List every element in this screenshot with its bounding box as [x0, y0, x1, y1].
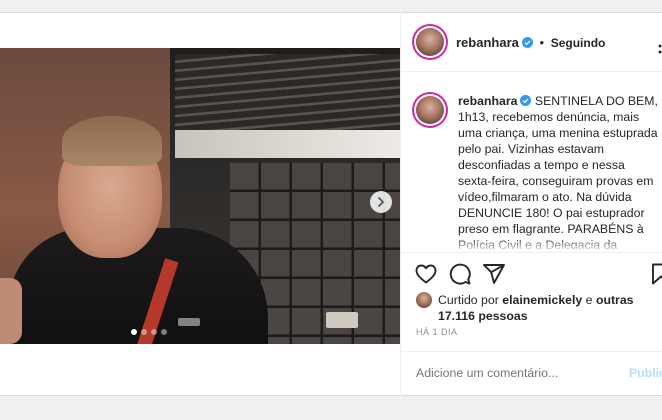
carousel-next-button[interactable]	[370, 191, 392, 213]
liker-avatar[interactable]	[416, 292, 432, 308]
post-side-panel: rebanhara • Seguindo rebanhara SENTINELA…	[400, 12, 662, 396]
comment-input[interactable]	[416, 366, 616, 380]
media-jacket-logo	[178, 318, 200, 326]
likes-connector: e	[585, 293, 593, 307]
header-separator: •	[539, 35, 545, 50]
heart-icon[interactable]	[414, 262, 438, 286]
author-avatar[interactable]	[416, 28, 444, 56]
bookmark-icon[interactable]	[649, 262, 662, 286]
follow-status-button[interactable]: Seguindo	[551, 36, 606, 50]
liker-username[interactable]: elainemickely	[502, 293, 582, 307]
comment-bar: Publicar	[401, 351, 662, 396]
author-line: rebanhara • Seguindo	[456, 35, 605, 50]
verified-badge-icon	[521, 37, 533, 48]
more-options-icon[interactable]	[657, 42, 662, 56]
post-timestamp[interactable]: HÁ 1 DIA	[416, 327, 458, 337]
carousel-dot-active	[131, 329, 137, 335]
author-username[interactable]: rebanhara	[456, 35, 519, 50]
carousel-indicator	[131, 329, 167, 335]
chevron-right-icon	[378, 197, 384, 207]
verified-badge-icon	[520, 95, 532, 106]
post-media[interactable]	[0, 48, 400, 344]
media-exit-sign	[326, 312, 358, 328]
media-slats	[175, 54, 400, 134]
share-icon[interactable]	[482, 262, 506, 286]
post-header: rebanhara • Seguindo	[401, 12, 662, 72]
carousel-dot	[151, 329, 157, 335]
carousel-dot	[161, 329, 167, 335]
caption-author-avatar[interactable]	[416, 96, 444, 124]
media-person-hand	[0, 278, 22, 344]
caption-text: SENTINELA DO BEM, 1h13, recebemos denúnc…	[458, 94, 658, 252]
likes-text: Curtido por elainemickely e outras 17.11…	[438, 292, 658, 324]
caption-username[interactable]: rebanhara	[458, 94, 517, 108]
caption-fade	[401, 238, 662, 252]
carousel-dot	[141, 329, 147, 335]
comment-icon[interactable]	[448, 262, 472, 286]
post-caption: rebanhara SENTINELA DO BEM, 1h13, recebe…	[401, 72, 662, 252]
likes-prefix: Curtido por	[438, 293, 499, 307]
post-actions	[401, 252, 662, 294]
media-person-hair	[62, 116, 162, 166]
media-ceiling	[175, 130, 400, 158]
publish-button[interactable]: Publicar	[629, 366, 662, 380]
caption-body: rebanhara SENTINELA DO BEM, 1h13, recebe…	[458, 93, 658, 252]
